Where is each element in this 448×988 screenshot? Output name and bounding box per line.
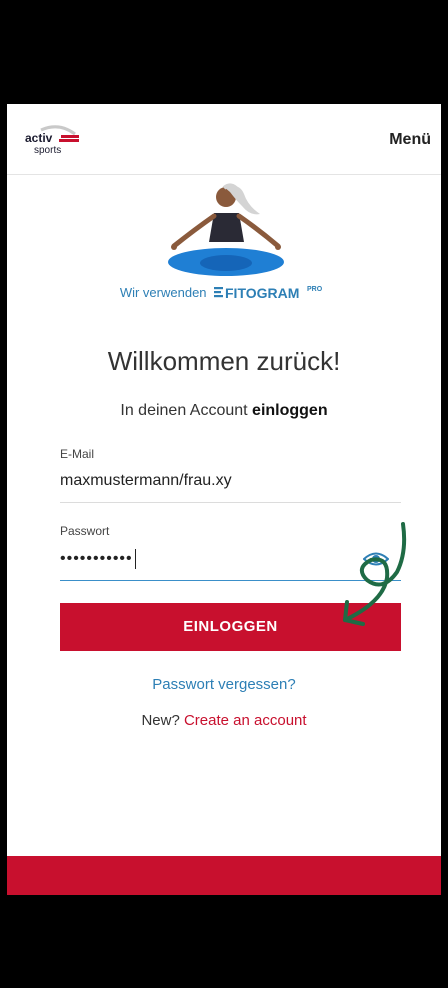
- login-subtitle: In deinen Account einloggen: [7, 402, 441, 420]
- signup-prefix: New?: [141, 712, 180, 729]
- fitogram-logo: FITOGRAM PRO: [214, 284, 328, 303]
- footer-bar: [7, 856, 441, 895]
- signup-line: New? Create an account: [7, 712, 441, 729]
- subtitle-emphasis: einloggen: [252, 402, 328, 419]
- email-input[interactable]: maxmustermann/frau.xy: [60, 472, 232, 490]
- subtitle-text: In deinen Account: [120, 402, 248, 419]
- password-value: •••••••••••: [60, 550, 133, 568]
- yoga-illustration: [164, 180, 284, 280]
- create-account-link[interactable]: Create an account: [184, 712, 307, 729]
- top-bar: activ sports Menü: [7, 104, 441, 175]
- svg-text:activ: activ: [25, 131, 53, 145]
- svg-text:sports: sports: [34, 145, 61, 156]
- eye-icon[interactable]: [362, 550, 390, 568]
- welcome-title: Willkommen zurück!: [107, 346, 341, 376]
- password-label: Passwort: [60, 524, 110, 538]
- email-label: E-Mail: [60, 447, 95, 461]
- svg-text:PRO: PRO: [307, 286, 323, 293]
- text-cursor: [134, 549, 136, 569]
- password-field[interactable]: Passwort •••••••••••: [60, 524, 401, 581]
- email-field[interactable]: E-Mail maxmustermann/frau.xy: [60, 447, 401, 503]
- tagline-prefix: Wir verwenden: [119, 284, 207, 300]
- password-input[interactable]: •••••••••••: [60, 549, 136, 569]
- svg-text:FITOGRAM: FITOGRAM: [225, 285, 299, 300]
- activ-sports-logo[interactable]: activ sports: [25, 124, 95, 158]
- menu-button[interactable]: Menü: [389, 131, 431, 149]
- app-screen: activ sports Menü Wir verwenden FITOGRAM…: [7, 104, 441, 895]
- login-button[interactable]: EINLOGGEN: [60, 603, 401, 651]
- fitogram-tagline: Wir verwenden FITOGRAM PRO: [7, 284, 441, 303]
- forgot-password-link[interactable]: Passwort vergessen?: [7, 676, 441, 693]
